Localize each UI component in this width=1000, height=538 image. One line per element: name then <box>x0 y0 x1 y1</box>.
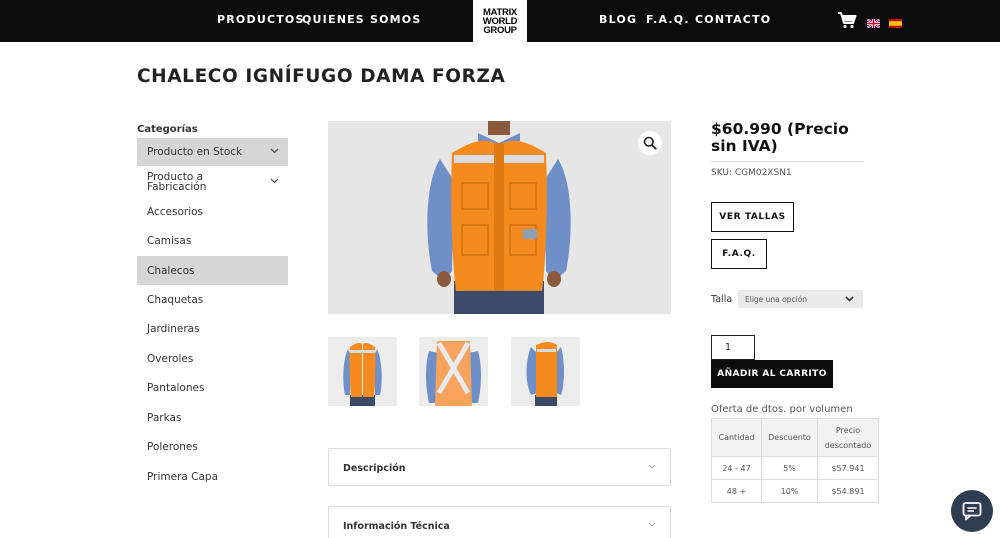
table-row: 48 + 10% $54.891 <box>711 479 879 503</box>
table-row: 24 - 47 5% $57.941 <box>711 456 879 480</box>
sidebar-item-producto-a-fabricacion[interactable]: Producto a Fabricación <box>137 166 288 198</box>
talla-label: Talla <box>711 294 733 305</box>
nav-quienes-somos[interactable]: QUIENES SOMOS <box>302 13 421 26</box>
sidebar-item-chalecos[interactable]: Chalecos <box>137 256 288 285</box>
sidebar-item-label: Parkas <box>147 411 182 424</box>
column-header: Precio descontado <box>817 418 879 457</box>
nav-blog[interactable]: BLOG <box>599 13 637 26</box>
thumbnail-side[interactable] <box>511 337 580 406</box>
chevron-down-icon <box>648 522 656 527</box>
nav-contacto[interactable]: CONTACTO <box>695 13 771 26</box>
talla-select-value: Elige una opción <box>745 294 808 304</box>
logo-line-3: GROUP <box>483 24 517 36</box>
sidebar-item-label: Primera Capa <box>147 470 219 483</box>
product-sku: SKU: CGM02XSN1 <box>711 168 792 178</box>
table-header-row: Cantidad Descuento Precio descontado <box>711 418 879 457</box>
chevron-down-icon <box>648 464 656 469</box>
sidebar-item-pantalones[interactable]: Pantalones <box>137 374 288 401</box>
zoom-icon[interactable] <box>638 131 662 155</box>
column-header: Descuento <box>761 418 818 457</box>
sidebar-item-label: Producto en Stock <box>147 146 243 158</box>
sidebar-item-label: Camisas <box>147 234 192 247</box>
sidebar-item-parkas[interactable]: Parkas <box>137 404 288 431</box>
sidebar-item-label: Accesorios <box>147 205 204 218</box>
sidebar-item-producto-en-stock[interactable]: Producto en Stock <box>137 138 288 166</box>
accordion-informacion-tecnica[interactable]: Información Técnica <box>328 506 671 538</box>
table-cell: 10% <box>761 479 818 503</box>
cart-icon[interactable] <box>836 9 858 31</box>
volume-offer-title: Oferta de dtos. por volumen <box>711 404 853 415</box>
sidebar-item-label: Chalecos <box>147 264 195 277</box>
sidebar-item-accesorios[interactable]: Accesorios <box>137 198 288 225</box>
thumbnail-back[interactable] <box>419 337 488 406</box>
table-cell: $57.941 <box>817 456 879 480</box>
product-main-image[interactable] <box>328 121 671 314</box>
accordion-descripcion[interactable]: Descripción <box>328 448 671 486</box>
sidebar-item-label: Chaquetas <box>147 293 204 306</box>
add-to-cart-button[interactable]: AÑADIR AL CARRITO <box>711 360 833 388</box>
divider <box>711 161 863 162</box>
nav-faq[interactable]: F.A.Q. <box>646 13 690 26</box>
chevron-down-icon[interactable] <box>270 148 279 154</box>
spain-flag-icon[interactable] <box>889 13 902 28</box>
sidebar-item-label: Jardineras <box>147 322 200 335</box>
sidebar-item-label: Producto a Fabricación <box>147 171 207 193</box>
table-cell: $54.891 <box>817 479 879 503</box>
uk-flag-icon[interactable] <box>866 13 881 29</box>
accordion-label: Información Técnica <box>343 521 450 532</box>
faq-button[interactable]: F.A.Q. <box>711 239 767 269</box>
sidebar-item-label: Pantalones <box>147 381 205 394</box>
talla-select[interactable]: Elige una opción <box>738 290 863 308</box>
categories-heading: Categorías <box>137 124 198 135</box>
chat-icon[interactable] <box>951 490 993 532</box>
chevron-down-icon[interactable] <box>270 178 279 184</box>
sidebar-item-label: Overoles <box>147 352 194 365</box>
table-cell: 5% <box>761 456 818 480</box>
sidebar-item-jardineras[interactable]: Jardineras <box>137 315 288 342</box>
column-header: Cantidad <box>711 418 762 457</box>
chevron-down-icon <box>845 296 854 302</box>
table-cell: 48 + <box>711 479 762 503</box>
sidebar-item-chaquetas[interactable]: Chaquetas <box>137 286 288 313</box>
sidebar-item-overoles[interactable]: Overoles <box>137 345 288 372</box>
brand-logo[interactable]: MATRIX WORLD GROUP <box>473 0 527 42</box>
product-price: $60.990 (Precio sin IVA) <box>711 120 849 155</box>
ver-tallas-button[interactable]: VER TALLAS <box>711 202 794 232</box>
thumbnail-front[interactable] <box>328 337 397 406</box>
sidebar-item-primera-capa[interactable]: Primera Capa <box>137 463 288 490</box>
quantity-input[interactable]: 1 <box>711 335 755 360</box>
nav-productos[interactable]: PRODUCTOS <box>217 13 305 26</box>
sidebar-item-polerones[interactable]: Polerones <box>137 433 288 460</box>
sidebar-item-label: Polerones <box>147 440 198 453</box>
sidebar-item-camisas[interactable]: Camisas <box>137 227 288 254</box>
volume-discount-table: Cantidad Descuento Precio descontado 24 … <box>711 418 879 503</box>
page-title: CHALECO IGNÍFUGO DAMA FORZA <box>137 66 506 87</box>
accordion-label: Descripción <box>343 463 406 474</box>
table-cell: 24 - 47 <box>711 456 762 480</box>
